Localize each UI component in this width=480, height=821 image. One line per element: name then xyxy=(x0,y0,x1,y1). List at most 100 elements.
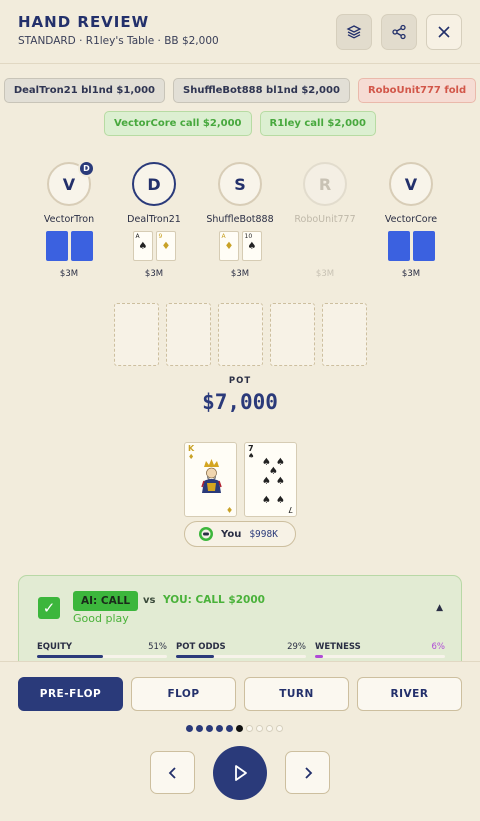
hole-cards-hidden xyxy=(24,231,114,263)
verdict-text: Good play xyxy=(73,612,129,625)
chevron-right-icon xyxy=(304,766,312,779)
timeline-dot[interactable] xyxy=(216,725,223,732)
card-ace-spades: A ♠ xyxy=(132,231,153,261)
player-seat-vectortron[interactable]: V D VectorTron $3M xyxy=(24,160,114,279)
tab-river[interactable]: RIVER xyxy=(357,677,462,711)
vs-label: vs xyxy=(143,595,156,606)
player-stack: $3M xyxy=(315,269,335,279)
timeline-dot[interactable] xyxy=(246,725,253,732)
timeline-dot[interactable] xyxy=(226,725,233,732)
ai-action-badge: AI: CALL xyxy=(73,591,139,611)
close-icon xyxy=(438,26,450,38)
card-seven-spades: 7 ♠ ♠ ♠ ♠ ♠ ♠ ♠ ♠ 7 xyxy=(244,442,297,517)
svg-text:♠: ♠ xyxy=(276,476,285,487)
player-seat-robounit777[interactable]: R RoboUnit777 $3M xyxy=(280,162,370,279)
timeline-dot[interactable] xyxy=(236,725,243,732)
action-chip: ShuffleBot888 bl1nd $2,000 xyxy=(173,78,350,103)
timeline-dot[interactable] xyxy=(276,725,283,732)
player-seat-shufflebot888[interactable]: S ShuffleBot888 A ♦ 10 ♠ $3M xyxy=(195,162,285,279)
next-button[interactable] xyxy=(285,751,330,794)
checkmark-icon: ✓ xyxy=(38,597,60,619)
board-card-slot xyxy=(270,303,315,366)
player-name: VectorCore xyxy=(384,214,438,225)
hole-cards-hidden xyxy=(366,231,456,263)
board-card-slot xyxy=(114,303,159,366)
hero-label: You xyxy=(221,528,242,540)
pot-label: POT xyxy=(228,376,252,386)
timeline-dot[interactable] xyxy=(206,725,213,732)
action-log: DealTron21 bl1nd $1,000 ShuffleBot888 bl… xyxy=(0,78,480,144)
card-back xyxy=(45,231,68,261)
svg-text:♠: ♠ xyxy=(262,495,271,506)
pot-odds-bar xyxy=(176,655,306,658)
avatar: S xyxy=(218,162,262,206)
player-stack: $3M xyxy=(401,269,421,279)
player-name: RoboUnit777 xyxy=(294,214,356,225)
board-card-slot xyxy=(218,303,263,366)
timeline-dot[interactable] xyxy=(266,725,273,732)
timeline-dot[interactable] xyxy=(186,725,193,732)
timeline-dots xyxy=(186,725,283,732)
tab-flop[interactable]: FLOP xyxy=(131,677,236,711)
robot-avatar-icon xyxy=(199,527,213,541)
card-ace-diamonds: A ♦ xyxy=(218,231,239,261)
avatar: R xyxy=(303,162,347,206)
pot-value: $7,000 xyxy=(202,390,278,414)
close-button[interactable] xyxy=(426,14,462,50)
players-row: V D VectorTron $3M D DealTron21 A ♠ 9 ♦ $3… xyxy=(0,160,480,282)
chevron-left-icon xyxy=(168,766,176,779)
community-board xyxy=(114,303,367,366)
tab-pre-flop[interactable]: PRE-FLOP xyxy=(18,677,123,711)
card-back xyxy=(70,231,93,261)
player-seat-vectorcore[interactable]: V VectorCore $3M xyxy=(366,162,456,279)
dealer-button: D xyxy=(78,160,95,177)
player-stack: $3M xyxy=(230,269,250,279)
table-info: STANDARD · R1ley's Table · BB $2,000 xyxy=(18,35,219,47)
hole-cards: A ♦ 10 ♠ xyxy=(195,231,285,263)
tab-turn[interactable]: TURN xyxy=(244,677,349,711)
previous-button[interactable] xyxy=(150,751,195,794)
stat-wetness: WETNESS 6% xyxy=(315,642,445,658)
timeline-dot[interactable] xyxy=(196,725,203,732)
play-icon xyxy=(235,765,247,781)
player-stack: $3M xyxy=(59,269,79,279)
player-name: ShuffleBot888 xyxy=(206,214,274,225)
stats-row: EQUITY 51% POT ODDS 29% WETNESS 6% xyxy=(37,642,445,658)
card-ten-spades: 10 ♠ xyxy=(241,231,262,261)
stat-equity: EQUITY 51% xyxy=(37,642,167,658)
playback-controls: PRE-FLOP FLOP TURN RIVER xyxy=(0,661,480,821)
page-title: HAND REVIEW xyxy=(18,13,150,31)
player-name: VectorTron xyxy=(43,214,95,225)
collapse-chevron-icon[interactable]: ▲ xyxy=(436,603,443,613)
share-icon xyxy=(392,24,406,40)
action-chip: DealTron21 bl1nd $1,000 xyxy=(3,78,166,103)
header: HAND REVIEW STANDARD · R1ley's Table · B… xyxy=(0,0,480,64)
avatar: D xyxy=(132,162,176,206)
hero-info: You $998K xyxy=(184,521,296,547)
action-chip-fold: RoboUnit777 fold xyxy=(357,78,477,103)
play-button[interactable] xyxy=(213,746,267,800)
wetness-bar xyxy=(315,655,445,658)
avatar: V xyxy=(389,162,433,206)
hole-cards: A ♠ 9 ♦ xyxy=(109,231,199,263)
stat-pot-odds: POT ODDS 29% xyxy=(176,642,306,658)
board-card-slot xyxy=(166,303,211,366)
card-back xyxy=(387,231,410,261)
hero-stack: $998K xyxy=(249,528,278,540)
equity-bar xyxy=(37,655,167,658)
hero-hole-cards: K ♦ ♦ 7 ♠ ♠ ♠ ♠ ♠ ♠ ♠ ♠ 7 xyxy=(184,442,297,517)
card-king-diamonds: K ♦ ♦ xyxy=(184,442,237,517)
svg-text:♠: ♠ xyxy=(262,476,271,487)
share-button[interactable] xyxy=(381,14,417,50)
action-chip-call: R1ley call $2,000 xyxy=(259,111,376,136)
card-nine-diamonds: 9 ♦ xyxy=(155,231,176,261)
hole-cards-empty xyxy=(280,231,370,263)
player-stack: $3M xyxy=(144,269,164,279)
player-seat-dealtron21[interactable]: D DealTron21 A ♠ 9 ♦ $3M xyxy=(109,162,199,279)
layers-button[interactable] xyxy=(336,14,372,50)
action-chip-call: VectorCore call $2,000 xyxy=(104,111,252,136)
avatar: V D xyxy=(47,160,95,206)
board-card-slot xyxy=(322,303,367,366)
card-back xyxy=(412,231,435,261)
timeline-dot[interactable] xyxy=(256,725,263,732)
